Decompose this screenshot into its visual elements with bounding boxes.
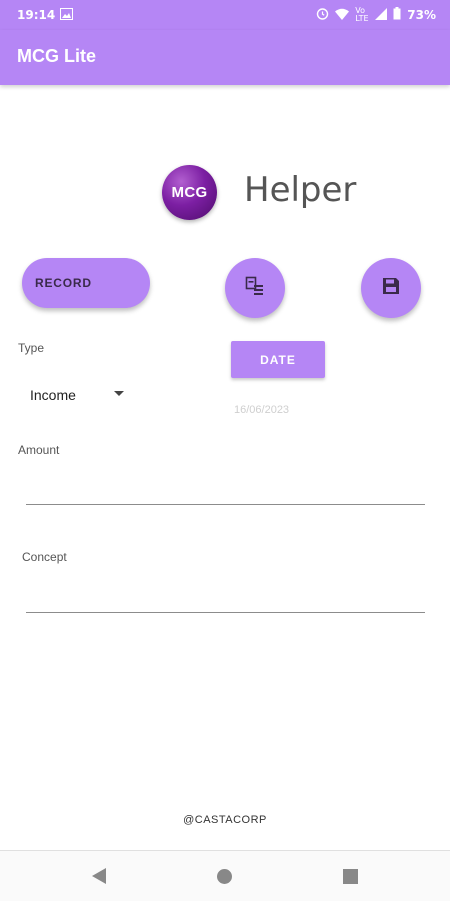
home-icon[interactable] xyxy=(217,869,232,884)
system-nav-bar xyxy=(0,850,450,901)
dropdown-arrow-icon xyxy=(114,391,124,396)
wifi-icon xyxy=(335,8,350,23)
app-title: MCG Lite xyxy=(17,46,96,66)
date-button[interactable]: DATE xyxy=(231,341,325,378)
record-button-label: RECORD xyxy=(35,276,92,290)
date-value: 16/06/2023 xyxy=(234,404,290,416)
record-button[interactable]: RECORD xyxy=(22,258,150,308)
recents-icon[interactable] xyxy=(343,869,358,884)
footer-credit: @CASTACORP xyxy=(183,814,267,826)
back-icon[interactable] xyxy=(92,868,106,884)
status-right-cluster: Vo LTE 73% xyxy=(316,7,436,23)
save-button[interactable] xyxy=(361,258,421,318)
type-value: Income xyxy=(30,387,76,403)
status-bar: 19:14 Vo LTE 73% xyxy=(0,0,450,30)
amount-label: Amount xyxy=(18,443,60,457)
battery-percent: 73% xyxy=(407,8,436,22)
mcg-logo: MCG xyxy=(162,165,217,220)
amount-field[interactable] xyxy=(26,504,425,505)
logo-text: MCG xyxy=(171,184,208,201)
type-label: Type xyxy=(18,341,45,355)
battery-icon xyxy=(393,7,401,23)
alarm-icon xyxy=(316,7,329,23)
page-title: Helper xyxy=(244,170,357,210)
concept-field[interactable] xyxy=(26,612,425,613)
network-label: Vo LTE xyxy=(355,6,369,23)
list-button[interactable] xyxy=(225,258,285,318)
gallery-icon xyxy=(60,8,73,23)
concept-label: Concept xyxy=(22,550,67,564)
signal-icon xyxy=(375,7,388,23)
list-icon xyxy=(245,276,265,301)
type-dropdown[interactable]: Income xyxy=(30,385,130,405)
date-button-label: DATE xyxy=(260,352,296,367)
status-time: 19:14 xyxy=(17,8,56,22)
save-icon xyxy=(381,276,401,301)
app-bar: MCG Lite xyxy=(0,30,450,85)
